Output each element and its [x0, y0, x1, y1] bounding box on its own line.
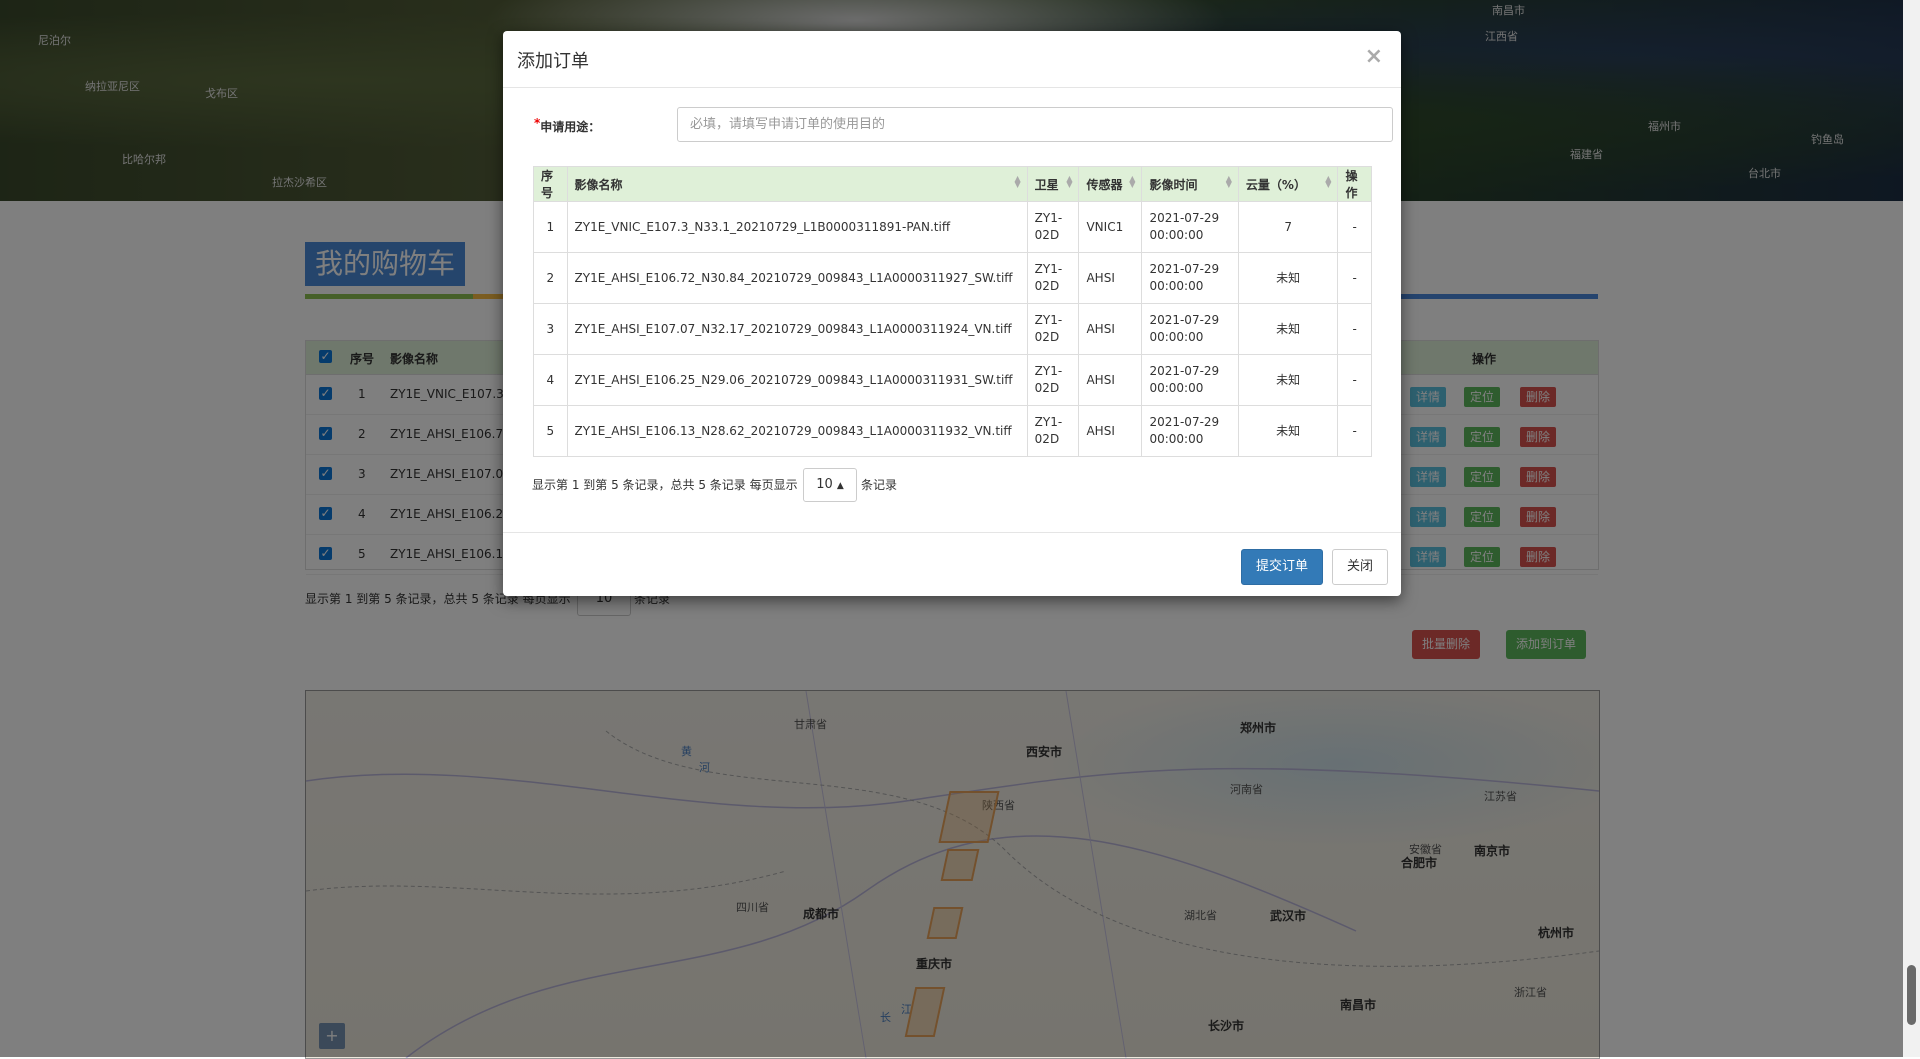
col-index: 序号 — [533, 166, 568, 202]
table-header-row: 序号 影像名称 ▲ ▼ 卫星 ▲ ▼ 传感器 ▲ ▼ 影像时间 ▲ ▼ 云量（%） ▲ ▼ 操作 — [533, 166, 1372, 202]
table-row: 1 ZY1E_VNIC_E107.3_N33.1_20210729_L1B000… — [533, 201, 1372, 253]
cell-time: 2021-07-29 00:00:00 — [1141, 303, 1239, 355]
page-size-value: 10 — [816, 477, 833, 492]
col-sensor-label: 传感器 — [1086, 177, 1123, 192]
add-order-modal: 添加订单 × *申请用途： 序号 影像名称 ▲▼ 卫星 ▲▼ 传感器 ▲▼ 影像时间 ▲… — [503, 31, 1401, 596]
col-name-label: 影像名称 — [574, 177, 623, 192]
purpose-label: *申请用途： — [534, 116, 601, 135]
cell-cloud: 未知 — [1237, 252, 1339, 304]
cell-satellite: ZY1-02D — [1026, 405, 1080, 457]
col-sensor[interactable]: 传感器 ▲ ▼ — [1078, 166, 1143, 202]
sort-icon[interactable]: ▲ ▼ — [1226, 175, 1232, 189]
sort-icon[interactable]: ▲ ▼ — [1325, 175, 1331, 189]
cell-name: ZY1E_AHSI_E106.25_N29.06_20210729_009843… — [566, 354, 1028, 406]
cell-name: ZY1E_VNIC_E107.3_N33.1_20210729_L1B00003… — [566, 201, 1028, 253]
cell-index: 4 — [533, 354, 568, 406]
cell-cloud: 7 — [1237, 201, 1339, 253]
purpose-input[interactable] — [677, 107, 1393, 142]
cell-satellite: ZY1-02D — [1026, 303, 1080, 355]
col-satellite-label: 卫星 — [1034, 177, 1059, 192]
scrollbar-thumb[interactable] — [1907, 965, 1916, 1025]
col-time-label: 影像时间 — [1149, 177, 1198, 192]
cell-name: ZY1E_AHSI_E107.07_N32.17_20210729_009843… — [566, 303, 1028, 355]
modal-title: 添加订单 — [517, 51, 589, 72]
cell-time: 2021-07-29 00:00:00 — [1141, 405, 1239, 457]
col-ops: 操作 — [1337, 166, 1372, 202]
page-scrollbar[interactable] — [1903, 0, 1920, 1057]
cell-index: 5 — [533, 405, 568, 457]
pager-info: 显示第 1 到第 5 条记录，总共 5 条记录 每页显示 — [532, 478, 798, 492]
col-satellite[interactable]: 卫星 ▲ ▼ — [1026, 166, 1080, 202]
col-ops-label: 操作 — [1345, 169, 1358, 200]
col-time[interactable]: 影像时间 ▲ ▼ — [1141, 166, 1239, 202]
cell-satellite: ZY1-02D — [1026, 201, 1080, 253]
required-mark: * — [534, 116, 541, 130]
cell-time: 2021-07-29 00:00:00 — [1141, 201, 1239, 253]
cell-sensor: AHSI — [1078, 354, 1143, 406]
cell-cloud: 未知 — [1237, 303, 1339, 355]
purpose-label-text: 申请用途： — [540, 120, 601, 134]
caret-up-icon: ▲ — [836, 481, 844, 491]
sort-icon[interactable]: ▲ ▼ — [1066, 175, 1072, 189]
cell-index: 2 — [533, 252, 568, 304]
cell-time: 2021-07-29 00:00:00 — [1141, 252, 1239, 304]
table-row: 5 ZY1E_AHSI_E106.13_N28.62_20210729_0098… — [533, 405, 1372, 457]
table-row: 2 ZY1E_AHSI_E106.72_N30.84_20210729_0098… — [533, 252, 1372, 304]
cell-cloud: 未知 — [1237, 354, 1339, 406]
cell-index: 3 — [533, 303, 568, 355]
cell-ops: - — [1337, 354, 1372, 406]
cell-ops: - — [1337, 201, 1372, 253]
table-row: 3 ZY1E_AHSI_E107.07_N32.17_20210729_0098… — [533, 303, 1372, 355]
modal-header: 添加订单 × — [503, 31, 1401, 88]
sort-icon[interactable]: ▲ ▼ — [1129, 175, 1135, 189]
cell-ops: - — [1337, 303, 1372, 355]
page-size-select[interactable]: 10 ▲ — [803, 468, 857, 502]
close-icon[interactable]: × — [1365, 44, 1383, 69]
table-row: 4 ZY1E_AHSI_E106.25_N29.06_20210729_0098… — [533, 354, 1372, 406]
cell-ops: - — [1337, 252, 1372, 304]
cell-name: ZY1E_AHSI_E106.72_N30.84_20210729_009843… — [566, 252, 1028, 304]
order-table: 序号 影像名称 ▲ ▼ 卫星 ▲ ▼ 传感器 ▲ ▼ 影像时间 ▲ ▼ 云量（%） ▲ ▼ 操作 1… — [533, 166, 1372, 457]
cell-time: 2021-07-29 00:00:00 — [1141, 354, 1239, 406]
cell-satellite: ZY1-02D — [1026, 252, 1080, 304]
cell-ops: - — [1337, 405, 1372, 457]
cell-sensor: VNIC1 — [1078, 201, 1143, 253]
col-name[interactable]: 影像名称 ▲ ▼ — [566, 166, 1028, 202]
page-size-suffix: 条记录 — [861, 478, 898, 492]
cell-cloud: 未知 — [1237, 405, 1339, 457]
col-cloud-label: 云量（%） — [1245, 177, 1306, 192]
cell-sensor: AHSI — [1078, 303, 1143, 355]
close-button[interactable]: 关闭 — [1332, 549, 1388, 585]
cell-sensor: AHSI — [1078, 405, 1143, 457]
sort-icon[interactable]: ▲ ▼ — [1015, 175, 1021, 189]
cell-satellite: ZY1-02D — [1026, 354, 1080, 406]
cell-index: 1 — [533, 201, 568, 253]
cell-name: ZY1E_AHSI_E106.13_N28.62_20210729_009843… — [566, 405, 1028, 457]
cell-sensor: AHSI — [1078, 252, 1143, 304]
col-index-label: 序号 — [541, 169, 554, 200]
modal-footer: 提交订单 关闭 — [503, 532, 1401, 597]
col-cloud[interactable]: 云量（%） ▲ ▼ — [1237, 166, 1339, 202]
submit-order-button[interactable]: 提交订单 — [1241, 549, 1323, 585]
